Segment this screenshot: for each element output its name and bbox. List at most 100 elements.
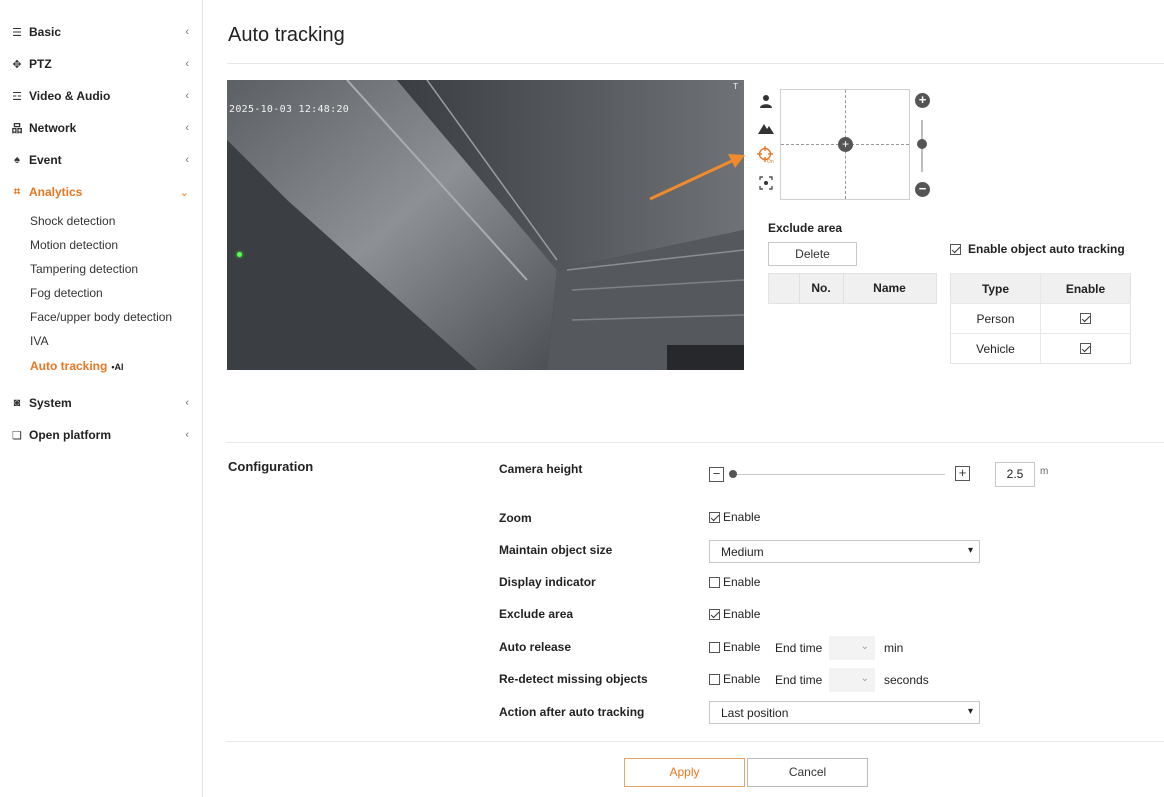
sub-motion-detection[interactable]: Motion detection — [30, 236, 118, 254]
nav-event-label: Event — [29, 153, 62, 167]
chevron-left-icon: ‹ — [185, 122, 189, 134]
person-icon[interactable] — [757, 92, 775, 110]
camera-height-unit: m — [1040, 466, 1049, 477]
type-person: Person — [950, 303, 1041, 334]
nav-ptz-label: PTZ — [29, 57, 52, 71]
auto-release-enable[interactable]: Enable — [709, 640, 760, 654]
video-timestamp: 2025-10-03 12:48:20 — [229, 104, 350, 115]
camera-height-slider[interactable] — [733, 474, 945, 475]
camera-height-label: Camera height — [499, 462, 583, 476]
sidebar: ☰ Basic ‹ ✥ PTZ ‹ ☲ Video & Audio ‹ 品 Ne… — [0, 0, 203, 797]
redetect-enable-label: Enable — [723, 672, 761, 686]
arrow-icon — [649, 154, 745, 201]
cancel-button[interactable]: Cancel — [747, 758, 868, 787]
camera-height-input[interactable]: 2.5 — [995, 462, 1035, 487]
system-icon: ◙ — [13, 397, 21, 409]
footer-divider — [227, 741, 1164, 742]
redetect-enable[interactable]: Enable — [709, 672, 760, 686]
chevron-down-icon: ▾ — [967, 706, 973, 717]
zoom-in-button[interactable]: + — [915, 93, 930, 108]
enable-object-tracking[interactable]: Enable object auto tracking — [950, 242, 1125, 256]
nav-analytics-label: Analytics — [29, 185, 83, 199]
nav-network[interactable]: 品 Network ‹ — [10, 118, 195, 138]
redetect-end-time-label: End time — [775, 673, 823, 687]
sub-face-body-detection[interactable]: Face/upper body detection — [30, 308, 172, 326]
auto-release-end-time-label: End time — [775, 641, 823, 655]
camera-height-decrease[interactable]: − — [709, 467, 724, 482]
redetect-end-time-select[interactable]: ⌄ — [829, 668, 875, 692]
auto-release-checkbox[interactable] — [709, 641, 720, 653]
camera-height-slider-handle[interactable] — [729, 470, 737, 478]
sub-auto-tracking[interactable]: Auto tracking •AI — [30, 357, 124, 375]
sub-shock-detection[interactable]: Shock detection — [30, 212, 115, 230]
nav-basic-label: Basic — [29, 25, 62, 39]
chevron-left-icon: ‹ — [185, 154, 189, 166]
analytics-icon: ⌗ — [13, 185, 21, 198]
action-after-select[interactable]: Last position ▾ — [709, 701, 980, 724]
auto-release-end-time-select[interactable]: ⌄ — [829, 636, 875, 660]
live-video[interactable]: 2025-10-03 12:48:20 T — [227, 80, 744, 370]
nav-system-label: System — [29, 396, 72, 410]
column-no: No. — [811, 281, 831, 295]
redetect-checkbox[interactable] — [709, 673, 720, 685]
chevron-down-icon: ⌄ — [860, 673, 869, 684]
chevron-left-icon: ‹ — [185, 397, 189, 409]
auto-release-label: Auto release — [499, 640, 572, 654]
page-title: Auto tracking — [228, 24, 345, 46]
chevron-left-icon: ‹ — [185, 429, 189, 441]
mountain-icon[interactable] — [757, 119, 775, 137]
maintain-size-select[interactable]: Medium ▾ — [709, 540, 980, 563]
zoom-enable[interactable]: Enable — [709, 510, 760, 524]
exclude-area-config-label: Exclude area — [499, 607, 574, 621]
sub-tampering-detection[interactable]: Tampering detection — [30, 260, 138, 278]
redetect-unit: seconds — [884, 673, 929, 687]
exclude-area-title: Exclude area — [768, 221, 843, 235]
exclude-area-table: No. Name — [768, 273, 937, 304]
action-after-value: Last position — [721, 705, 789, 720]
nav-network-label: Network — [29, 121, 77, 135]
ptz-center-button[interactable]: + — [838, 137, 853, 152]
sub-iva[interactable]: IVA — [30, 332, 48, 350]
display-indicator-enable[interactable]: Enable — [709, 575, 760, 589]
target-icon[interactable]: On — [757, 146, 775, 164]
person-enable-checkbox[interactable] — [1080, 312, 1091, 324]
sub-fog-detection[interactable]: Fog detection — [30, 284, 103, 302]
section-divider — [227, 442, 1164, 443]
list-icon: ☰ — [12, 26, 22, 39]
sub-auto-tracking-label: Auto tracking — [30, 359, 108, 373]
nav-event[interactable]: ♠ Event ‹ — [10, 150, 195, 170]
exclude-area-enable-label: Enable — [723, 607, 761, 621]
table-row: Person — [950, 303, 1131, 334]
nav-ptz[interactable]: ✥ PTZ ‹ — [10, 54, 195, 74]
exclude-area-enable[interactable]: Enable — [709, 607, 760, 621]
delete-button[interactable]: Delete — [768, 242, 857, 266]
person-enable-cell — [1040, 303, 1131, 334]
camera-height-increase[interactable]: + — [955, 466, 970, 481]
focus-icon[interactable] — [757, 174, 775, 192]
move-icon: ✥ — [12, 58, 22, 71]
zoom-slider-handle[interactable] — [917, 139, 927, 149]
nav-basic[interactable]: ☰ Basic ‹ — [10, 22, 195, 42]
nav-video-audio[interactable]: ☲ Video & Audio ‹ — [10, 86, 195, 106]
zoom-checkbox[interactable] — [709, 511, 720, 523]
vehicle-enable-checkbox[interactable] — [1080, 342, 1091, 354]
display-indicator-checkbox[interactable] — [709, 576, 720, 588]
ai-badge: •AI — [111, 362, 124, 372]
video-corner-mark: T — [733, 82, 738, 91]
apply-button[interactable]: Apply — [624, 758, 745, 787]
display-indicator-enable-label: Enable — [723, 575, 761, 589]
column-name: Name — [873, 281, 906, 295]
bell-icon: ♠ — [14, 154, 20, 166]
nav-system[interactable]: ◙ System ‹ — [10, 393, 195, 413]
nav-open-platform-label: Open platform — [29, 428, 112, 442]
exclude-area-checkbox[interactable] — [709, 608, 720, 620]
table-row: Vehicle — [950, 333, 1131, 364]
ptz-pad[interactable]: + — [780, 89, 910, 200]
network-icon: 品 — [11, 123, 23, 135]
enable-object-tracking-checkbox[interactable] — [950, 243, 961, 255]
nav-analytics[interactable]: ⌗ Analytics ⌄ — [10, 182, 195, 202]
nav-open-platform[interactable]: ❏ Open platform ‹ — [10, 425, 195, 445]
zoom-out-button[interactable]: − — [915, 182, 930, 197]
chevron-left-icon: ‹ — [185, 90, 189, 102]
display-indicator-label: Display indicator — [499, 575, 596, 589]
